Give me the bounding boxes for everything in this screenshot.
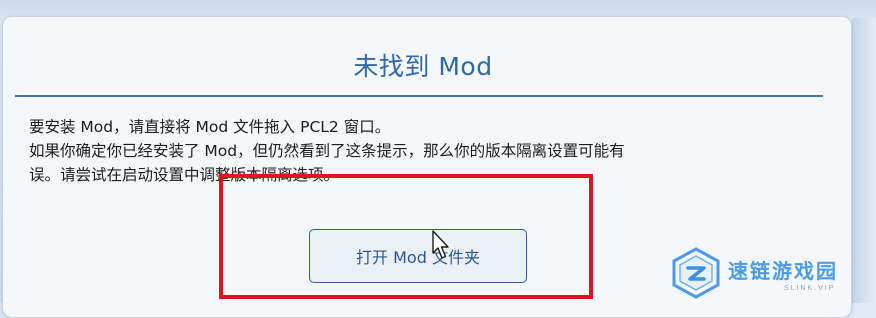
watermark-name: 速链游戏园 bbox=[728, 258, 838, 283]
message-line-1: 要安装 Mod，请直接将 Mod 文件拖入 PCL2 窗口。 bbox=[29, 118, 391, 136]
slink-logo-icon bbox=[672, 247, 720, 299]
card-title: 未找到 Mod bbox=[353, 52, 493, 81]
watermark: 速链游戏园 SLINK.VIP bbox=[668, 246, 868, 300]
message-line-2: 如果你确定你已经安装了 Mod，但仍然看到了这条提示，那么你的版本隔离设置可能有 bbox=[29, 142, 625, 160]
title-divider bbox=[15, 95, 823, 97]
mouse-pointer-icon bbox=[432, 230, 449, 259]
watermark-sub: SLINK.VIP bbox=[784, 284, 836, 292]
red-highlight-annotation bbox=[219, 174, 593, 299]
